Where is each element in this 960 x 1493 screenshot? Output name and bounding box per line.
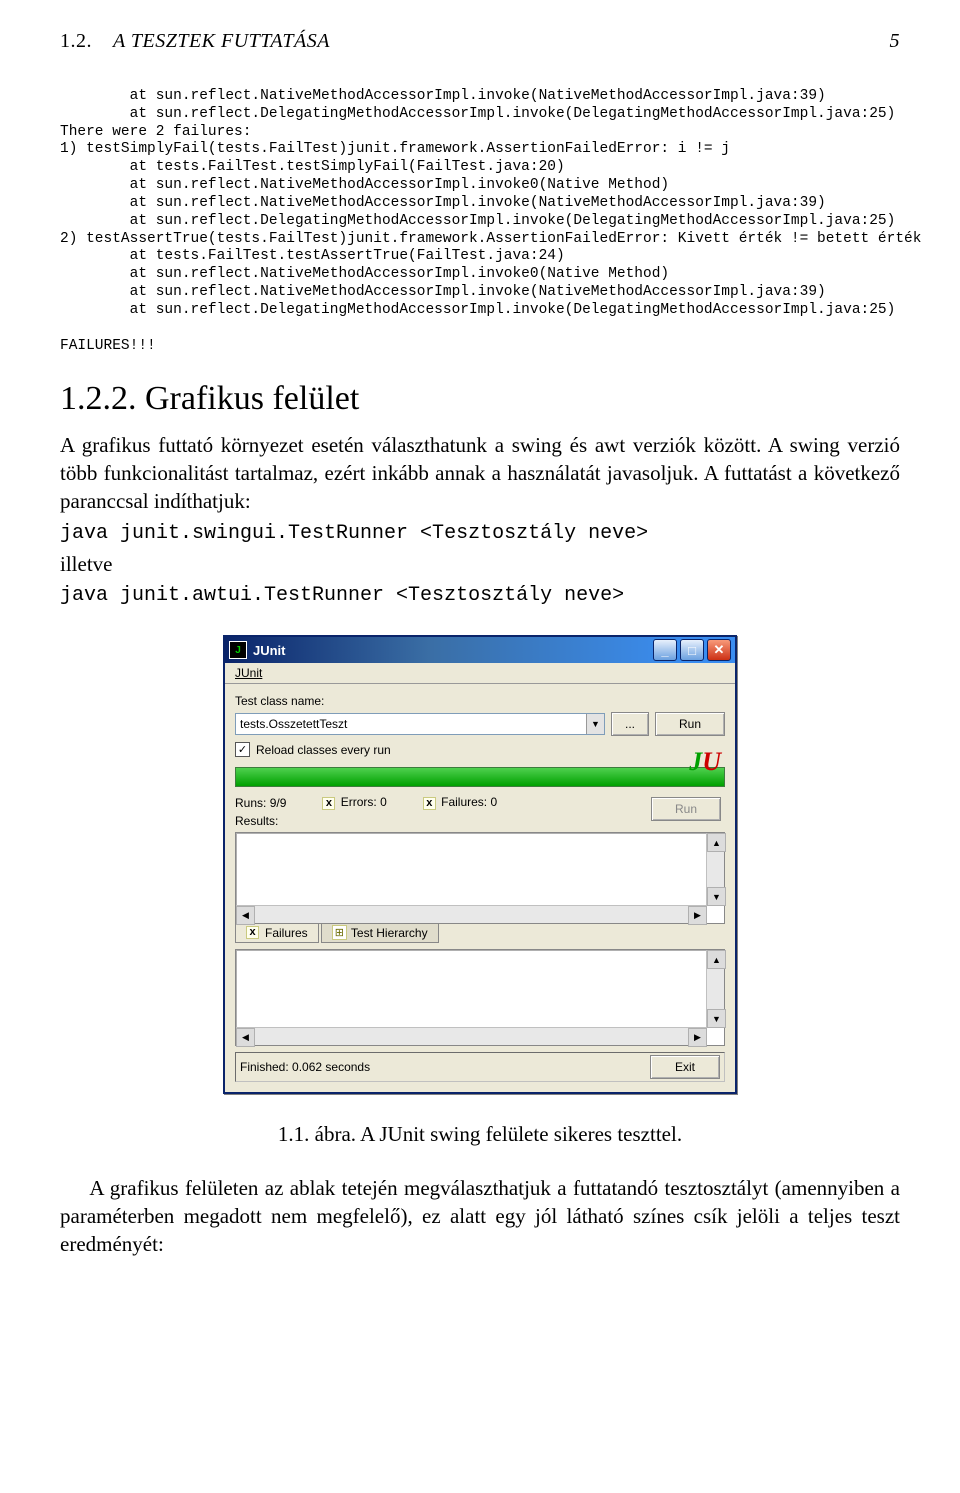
progress-bar: [235, 767, 725, 787]
window-title: JUnit: [253, 643, 650, 658]
command-awtui: java junit.awtui.TestRunner <Tesztosztál…: [60, 584, 900, 607]
reload-checkbox[interactable]: ✓: [235, 742, 250, 757]
subsection-heading: 1.2.2. Grafikus felület: [60, 380, 900, 418]
reload-label: Reload classes every run: [256, 743, 391, 757]
failure-x-icon: x: [423, 797, 436, 810]
title-bar[interactable]: J JUnit _ □ ✕: [225, 637, 735, 663]
scroll-up-icon[interactable]: ▲: [707, 833, 726, 852]
test-class-label: Test class name:: [235, 694, 725, 708]
close-icon[interactable]: ✕: [707, 639, 731, 661]
runs-value: 9/9: [270, 796, 287, 810]
combo-value: tests.OsszetettTeszt: [240, 717, 347, 731]
error-x-icon: x: [322, 797, 335, 810]
failures-tab-x-icon: x: [246, 926, 259, 939]
browse-button[interactable]: ...: [611, 712, 649, 736]
tab-hierarchy-label: Test Hierarchy: [351, 926, 428, 940]
scroll-right-icon[interactable]: ▶: [688, 906, 707, 925]
menu-junit[interactable]: JUnit: [231, 664, 266, 682]
page-number: 5: [890, 30, 901, 53]
scroll-left-icon[interactable]: ◀: [236, 1028, 255, 1047]
chevron-down-icon[interactable]: ▼: [586, 714, 604, 734]
scroll-down-icon[interactable]: ▼: [707, 1009, 726, 1028]
test-class-combo[interactable]: tests.OsszetettTeszt ▼: [235, 713, 605, 735]
side-run-button[interactable]: Run: [651, 797, 721, 821]
menu-bar: JUnit: [225, 663, 735, 684]
failures-value: 0: [490, 795, 497, 809]
paragraph-1: A grafikus futtató környezet esetén vála…: [60, 432, 900, 515]
run-button[interactable]: Run: [655, 712, 725, 736]
scroll-left-icon[interactable]: ◀: [236, 906, 255, 925]
stack-trace-block: at sun.reflect.NativeMethodAccessorImpl.…: [60, 88, 900, 355]
section-title: A TESZTEK FUTTATÁSA: [113, 30, 330, 52]
errors-value: 0: [380, 795, 387, 809]
status-text: Finished: 0.062 seconds: [240, 1060, 370, 1074]
hierarchy-tree-icon: ⊞: [332, 925, 347, 940]
runs-label: Runs:: [235, 796, 266, 810]
word-illetve: illetve: [60, 551, 900, 579]
details-list[interactable]: ▲ ▼ ◀ ▶: [235, 949, 725, 1046]
junit-logo: JU: [689, 747, 721, 776]
maximize-icon[interactable]: □: [680, 639, 704, 661]
scroll-up-icon[interactable]: ▲: [707, 950, 726, 969]
paragraph-last: A grafikus felületen az ablak tetején me…: [60, 1175, 900, 1258]
results-list[interactable]: ▲ ▼ ◀ ▶: [235, 832, 725, 924]
junit-window: J JUnit _ □ ✕ JUnit Test class name: tes…: [223, 635, 737, 1094]
app-icon: J: [229, 641, 247, 659]
scroll-down-icon[interactable]: ▼: [707, 887, 726, 906]
command-swingui: java junit.swingui.TestRunner <Tesztoszt…: [60, 522, 900, 545]
section-number: 1.2.: [60, 30, 92, 52]
tab-failures[interactable]: x Failures: [235, 923, 319, 943]
exit-button[interactable]: Exit: [650, 1055, 720, 1079]
tab-failures-label: Failures: [265, 926, 308, 940]
errors-label: Errors:: [341, 795, 377, 809]
failures-label: Failures:: [441, 795, 487, 809]
figure-caption: 1.1. ábra. A JUnit swing felülete sikere…: [60, 1122, 900, 1147]
minimize-icon[interactable]: _: [653, 639, 677, 661]
page-header: 1.2. A TESZTEK FUTTATÁSA 5: [60, 30, 900, 53]
tab-hierarchy[interactable]: ⊞ Test Hierarchy: [321, 923, 439, 943]
scroll-right-icon[interactable]: ▶: [688, 1028, 707, 1047]
